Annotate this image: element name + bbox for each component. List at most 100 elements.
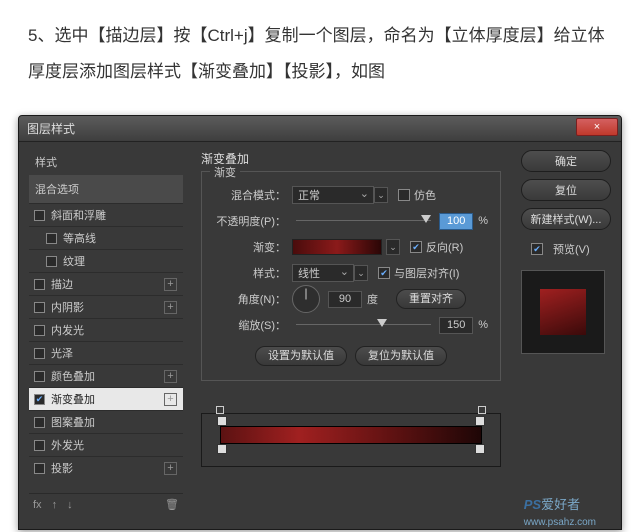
style-item-8[interactable]: 渐变叠加+: [29, 387, 183, 410]
arrow-up-icon[interactable]: ↑: [52, 499, 58, 511]
style-checkbox[interactable]: [34, 417, 45, 428]
set-default-button[interactable]: 设置为默认值: [255, 346, 347, 366]
styles-panel: 样式 混合选项 斜面和浮雕等高线纹理描边+内阴影+内发光光泽颜色叠加+渐变叠加+…: [29, 150, 183, 515]
style-label: 等高线: [63, 230, 96, 246]
cancel-button[interactable]: 复位: [521, 179, 611, 201]
layer-style-dialog: 图层样式 × 样式 混合选项 斜面和浮雕等高线纹理描边+ 内阴影 + 内发光光泽颜色叠…: [18, 115, 622, 530]
style-select[interactable]: 线性: [292, 264, 354, 282]
style-item-6[interactable]: 光泽: [29, 341, 183, 364]
color-stop-right[interactable]: [475, 444, 485, 454]
style-label: 光泽: [51, 345, 73, 361]
window-title: 图层样式: [19, 120, 75, 137]
reset-align-button[interactable]: 重置对齐: [396, 289, 466, 309]
style-item-1[interactable]: 等高线: [29, 226, 183, 249]
ok-button[interactable]: 确定: [521, 150, 611, 172]
gradient-editor[interactable]: [201, 413, 501, 467]
style-item-0[interactable]: 斜面和浮雕: [29, 203, 183, 226]
style-item-9[interactable]: 图案叠加: [29, 410, 183, 433]
align-checkbox[interactable]: [378, 267, 390, 279]
instruction-text: 5、选中【描边层】按【Ctrl+j】复制一个图层，命名为【立体厚度层】给立体厚度…: [0, 0, 640, 107]
gradient-swatch[interactable]: [292, 239, 382, 255]
opacity-pct: %: [478, 215, 488, 227]
blend-mode-select[interactable]: 正常: [292, 186, 374, 204]
style-checkbox[interactable]: [34, 371, 45, 382]
fx-icon[interactable]: fx: [33, 499, 42, 511]
style-label: 投影: [51, 460, 73, 476]
angle-deg: 度: [367, 291, 378, 307]
blending-options[interactable]: 混合选项: [29, 175, 183, 203]
opacity-slider[interactable]: [296, 218, 431, 224]
fieldset-legend: 渐变: [210, 164, 240, 180]
style-dropdown-icon[interactable]: ⌄: [354, 265, 368, 281]
style-item-7[interactable]: 颜色叠加 +: [29, 364, 183, 387]
angle-dial[interactable]: [292, 285, 320, 313]
add-effect-icon[interactable]: +: [164, 370, 177, 383]
add-effect-icon[interactable]: +: [164, 393, 177, 406]
style-item-2[interactable]: 纹理: [29, 249, 183, 272]
gradient-label: 渐变：: [214, 239, 286, 255]
add-effect-icon[interactable]: +: [164, 301, 177, 314]
dither-checkbox[interactable]: [398, 189, 410, 201]
style-label: 斜面和浮雕: [51, 207, 106, 223]
style-item-3[interactable]: 描边+: [29, 272, 183, 295]
style-label: 颜色叠加: [51, 368, 95, 384]
dialog-buttons: 确定 复位 新建样式(W)... 预览(V): [513, 150, 611, 515]
blend-mode-label: 混合模式：: [214, 187, 286, 203]
panel-tools: fx ↑ ↓ 🗑: [29, 493, 183, 515]
gradient-row: 渐变： ⌄ 反向(R): [214, 234, 488, 260]
opacity-row: 不透明度(P)： 100 %: [214, 208, 488, 234]
arrow-down-icon[interactable]: ↓: [67, 499, 73, 511]
add-effect-icon[interactable]: +: [164, 462, 177, 475]
gradient-overlay-panel: 渐变叠加 渐变 混合模式： 正常 ⌄ 仿色 不透明度(P)： 100 %: [183, 150, 513, 515]
close-button[interactable]: ×: [576, 118, 618, 136]
style-checkbox[interactable]: [34, 440, 45, 451]
trash-icon[interactable]: 🗑: [165, 498, 179, 511]
watermark: PS爱好者 www.psahz.com: [524, 494, 596, 528]
angle-label: 角度(N)：: [214, 291, 286, 307]
scale-slider[interactable]: [296, 322, 431, 328]
style-item-4[interactable]: 内阴影 +: [29, 295, 183, 318]
angle-row: 角度(N)： 90 度 重置对齐: [214, 286, 488, 312]
gradient-bar[interactable]: [220, 426, 482, 444]
styles-header: 样式: [29, 150, 183, 174]
style-row: 样式： 线性 ⌄ 与图层对齐(I): [214, 260, 488, 286]
scale-pct: %: [478, 319, 488, 331]
scale-value[interactable]: 150: [439, 317, 473, 334]
style-checkbox[interactable]: [34, 325, 45, 336]
style-checkbox[interactable]: [46, 256, 57, 267]
blend-mode-dropdown-icon[interactable]: ⌄: [374, 187, 388, 203]
style-item-5[interactable]: 内发光: [29, 318, 183, 341]
section-title: 渐变叠加: [201, 150, 501, 167]
style-label: 外发光: [51, 437, 84, 453]
add-effect-icon[interactable]: +: [164, 278, 177, 291]
opacity-stop-right[interactable]: [475, 416, 485, 426]
angle-value[interactable]: 90: [328, 291, 362, 308]
style-checkbox[interactable]: [46, 233, 57, 244]
titlebar[interactable]: 图层样式 ×: [19, 116, 621, 142]
opacity-stop-left[interactable]: [217, 416, 227, 426]
style-checkbox[interactable]: [34, 210, 45, 221]
style-label: 内阴影: [51, 299, 84, 315]
style-checkbox[interactable]: [34, 279, 45, 290]
align-label: 与图层对齐(I): [394, 265, 459, 281]
scale-row: 缩放(S)： 150 %: [214, 312, 488, 338]
opacity-value[interactable]: 100: [439, 213, 473, 230]
reverse-label: 反向(R): [426, 239, 463, 255]
blend-mode-row: 混合模式： 正常 ⌄ 仿色: [214, 182, 488, 208]
style-checkbox[interactable]: [34, 463, 45, 474]
style-item-10[interactable]: 外发光: [29, 433, 183, 456]
dither-label: 仿色: [414, 187, 436, 203]
color-stop-left[interactable]: [217, 444, 227, 454]
style-item-11[interactable]: 投影 +: [29, 456, 183, 479]
style-checkbox[interactable]: [34, 394, 45, 405]
style-label: 图案叠加: [51, 414, 95, 430]
style-checkbox[interactable]: [34, 348, 45, 359]
style-checkbox[interactable]: [34, 302, 45, 313]
gradient-dropdown-icon[interactable]: ⌄: [386, 239, 400, 255]
style-label: 内发光: [51, 322, 84, 338]
reset-default-button[interactable]: 复位为默认值: [355, 346, 447, 366]
reverse-checkbox[interactable]: [410, 241, 422, 253]
style-label: 纹理: [63, 253, 85, 269]
new-style-button[interactable]: 新建样式(W)...: [521, 208, 611, 230]
preview-checkbox[interactable]: [531, 243, 543, 255]
